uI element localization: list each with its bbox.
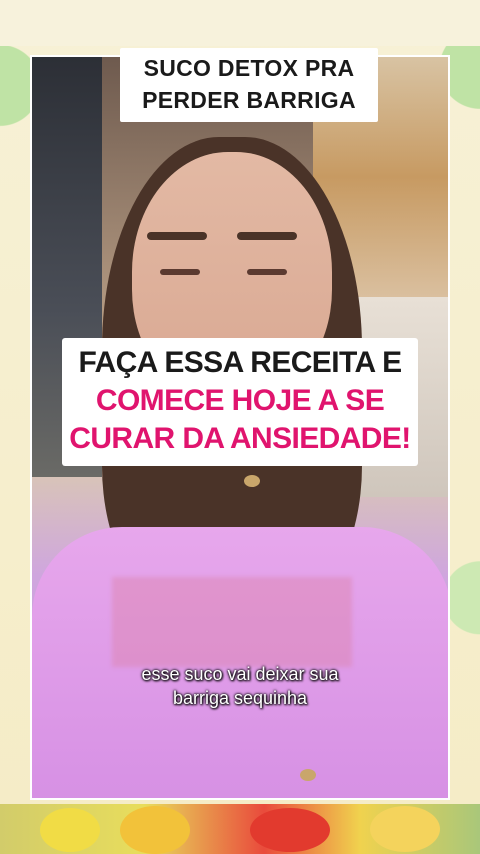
headline-line-2: COMECE HOJE A SE: [95, 384, 385, 417]
fruit-orange: [120, 806, 190, 854]
right-eyebrow: [237, 232, 297, 240]
fruit-strip: [0, 804, 480, 854]
top-strip: [0, 0, 480, 46]
title-caption: SUCO DETOX PRA PERDER BARRIGA: [120, 48, 378, 122]
left-eyebrow: [147, 232, 207, 240]
shirt-button: [300, 769, 316, 781]
video-subtitle: esse suco vai deixar sua barriga sequinh…: [60, 662, 420, 710]
headline-line-1: FAÇA ESSA RECEITA E: [78, 346, 402, 379]
right-eye: [247, 269, 287, 275]
fruit-strawberry: [250, 808, 330, 852]
fruit-slice: [370, 806, 440, 852]
title-line-1: SUCO DETOX PRA: [143, 55, 355, 81]
headline-line-3: CURAR DA ANSIEDADE!: [69, 422, 411, 455]
title-line-2: PERDER BARRIGA: [142, 87, 356, 113]
fruit-lemon: [40, 808, 100, 852]
headline-caption: FAÇA ESSA RECEITA E COMECE HOJE A SE CUR…: [62, 338, 418, 466]
blurred-area: [112, 577, 352, 667]
shirt-button: [244, 475, 260, 487]
left-eye: [160, 269, 200, 275]
subtitle-line-2: barriga sequinha: [172, 688, 308, 708]
subtitle-line-1: esse suco vai deixar sua: [141, 664, 339, 684]
